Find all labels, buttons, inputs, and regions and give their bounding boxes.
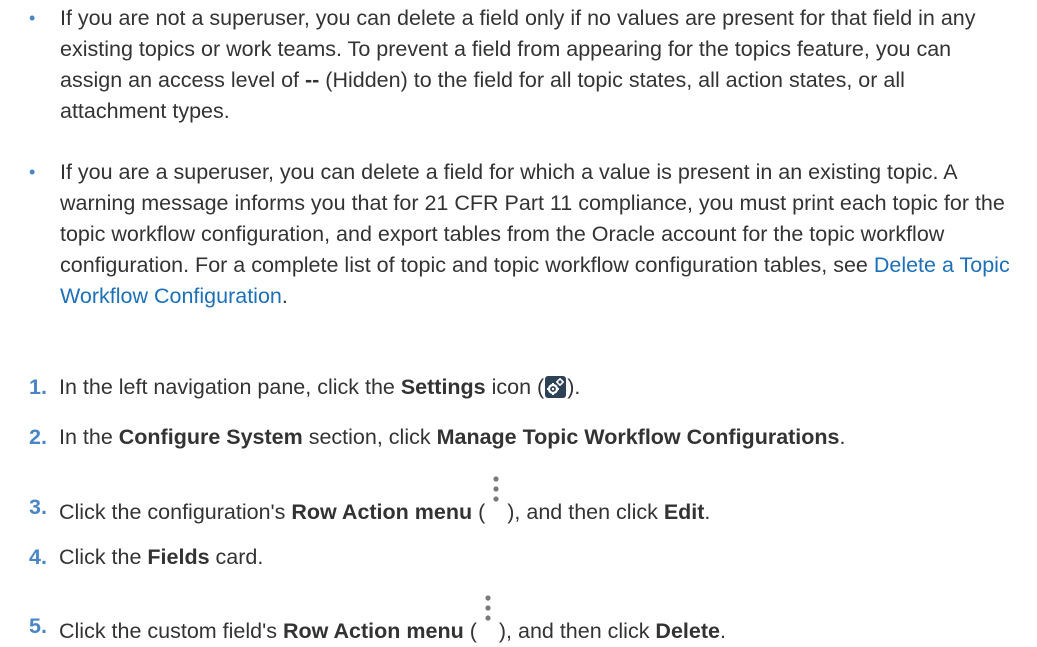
vertical-ellipsis-icon (485, 464, 508, 523)
step-text-part: ), and then click (498, 619, 656, 643)
step-text: Click the Fields card. (59, 542, 1019, 573)
vertical-ellipsis-icon (476, 583, 499, 642)
bullet-text-part: . (281, 284, 288, 308)
delete-label: Delete (655, 619, 720, 643)
step-text-part: icon ( (485, 375, 545, 399)
step-text-part: ( (463, 619, 477, 643)
step-text-part: . (719, 619, 726, 643)
bullet-text-part: If you are a superuser, you can delete a… (60, 160, 1005, 277)
step-number: 2. (29, 425, 47, 449)
step-3: 3. Click the configuration's Row Action … (29, 464, 1019, 528)
bullet-dot: • (29, 162, 36, 182)
bullet-item-superuser: • If you are a superuser, you can delete… (29, 157, 1014, 312)
bullet-item-not-superuser: • If you are not a superuser, you can de… (29, 3, 1014, 127)
edit-label: Edit (663, 500, 705, 524)
step-2: 2. In the Configure System section, clic… (29, 422, 1019, 453)
step-text-part: card. (209, 545, 264, 569)
step-number: 1. (29, 375, 47, 399)
settings-gears-icon (545, 376, 567, 398)
step-text-part: ), and then click (507, 500, 664, 524)
step-text-part: Click the custom field's (59, 619, 283, 643)
step-text: In the Configure System section, click M… (59, 422, 1019, 453)
bullet-text: If you are a superuser, you can delete a… (60, 157, 1014, 312)
step-text: In the left navigation pane, click the S… (59, 372, 1019, 403)
step-number: 5. (29, 614, 47, 638)
step-text-part: section, click (302, 425, 437, 449)
step-text-part: In the (59, 425, 119, 449)
manage-topic-workflow-configurations-label: Manage Topic Workflow Configurations (436, 425, 840, 449)
step-text: Click the configuration's Row Action men… (59, 464, 1019, 528)
step-text-part: In the left navigation pane, click the (59, 375, 401, 399)
settings-label: Settings (400, 375, 486, 399)
hidden-access-level: -- (305, 68, 320, 92)
step-text-part: . (704, 500, 711, 524)
step-text-part: . (839, 425, 846, 449)
step-number: 3. (29, 495, 47, 519)
step-5: 5. Click the custom field's Row Action m… (29, 583, 1019, 647)
step-text: Click the custom field's Row Action menu… (59, 583, 1019, 647)
fields-label: Fields (147, 545, 210, 569)
step-text-part: Click the configuration's (59, 500, 292, 524)
step-4: 4. Click the Fields card. (29, 542, 1019, 573)
bullet-text: If you are not a superuser, you can dele… (60, 3, 1014, 127)
step-number: 4. (29, 545, 47, 569)
row-action-menu-label: Row Action menu (291, 500, 473, 524)
bullet-dot: • (29, 8, 36, 28)
step-text-part: ). (567, 375, 581, 399)
step-1: 1. In the left navigation pane, click th… (29, 372, 1019, 403)
step-text-part: Click the (59, 545, 148, 569)
configure-system-label: Configure System (118, 425, 303, 449)
row-action-menu-label: Row Action menu (282, 619, 464, 643)
step-text-part: ( (472, 500, 486, 524)
